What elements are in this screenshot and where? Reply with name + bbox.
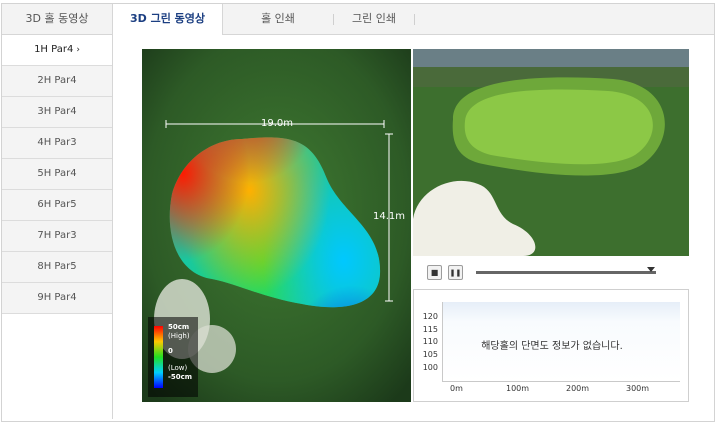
putting-green — [464, 89, 653, 165]
video-progress-track[interactable] — [476, 271, 656, 274]
sidebar-item-hole-7[interactable]: 7H Par3 — [2, 221, 112, 252]
tab-bar: 3D 홀 동영상 3D 그린 동영상 홀 인쇄 그린 인쇄 — [2, 4, 714, 35]
tab-divider — [414, 14, 415, 25]
video-frame — [413, 49, 689, 256]
chevron-right-icon: › — [76, 45, 80, 55]
green-3d-video[interactable] — [413, 49, 689, 256]
x-tick-label: 0m — [450, 384, 463, 393]
green-cross-section-chart: 120 115 110 105 100 0m 100m 200m 300m 해당… — [413, 289, 689, 402]
green-slope-map: 19.0m 14.1m 50cm (High) 0 (Low) -50cm — [142, 49, 411, 402]
legend-low-value: -50cm — [168, 373, 193, 381]
legend-high-text: (High) — [168, 332, 190, 340]
tab-green-print[interactable]: 그린 인쇄 — [334, 4, 414, 34]
x-tick-label: 200m — [566, 384, 590, 393]
pause-icon: ❚❚ — [449, 268, 462, 277]
pause-button[interactable]: ❚❚ — [448, 265, 463, 280]
sidebar-item-hole-3[interactable]: 3H Par4 — [2, 97, 112, 128]
green-width-label: 19.0m — [261, 118, 294, 129]
legend-high-value: 50cm — [168, 323, 190, 331]
legend-labels: 50cm (High) 0 (Low) -50cm — [168, 323, 192, 382]
y-tick-label: 115 — [422, 325, 438, 334]
tab-3d-hole-video[interactable]: 3D 홀 동영상 — [2, 4, 112, 34]
sidebar-item-hole-6[interactable]: 6H Par5 — [2, 190, 112, 221]
x-tick-label: 300m — [626, 384, 650, 393]
tab-3d-green-video[interactable]: 3D 그린 동영상 — [112, 4, 223, 35]
y-tick-label: 100 — [422, 363, 438, 372]
video-player-controls: ■ ❚❚ — [413, 260, 689, 284]
stop-button[interactable]: ■ — [427, 265, 442, 280]
x-tick-label: 100m — [506, 384, 530, 393]
legend-mid-value: 0 — [168, 347, 173, 355]
green-depth-label: 14.1m — [373, 211, 406, 222]
sidebar-item-hole-5[interactable]: 5H Par4 — [2, 159, 112, 190]
y-tick-label: 120 — [422, 312, 438, 321]
sidebar-item-hole-8[interactable]: 8H Par5 — [2, 252, 112, 283]
legend-color-scale — [154, 326, 163, 388]
hole-sidebar: 1H Par4 › 2H Par4 3H Par4 4H Par3 5H Par4… — [2, 35, 113, 419]
sidebar-item-hole-9[interactable]: 9H Par4 — [2, 283, 112, 314]
sidebar-item-hole-1[interactable]: 1H Par4 › — [2, 35, 112, 66]
video-progress-handle[interactable] — [646, 267, 655, 272]
no-profile-data-message: 해당홀의 단면도 정보가 없습니다. — [481, 341, 623, 352]
legend-low-text: (Low) — [168, 364, 188, 372]
stop-icon: ■ — [430, 268, 439, 277]
sidebar-item-hole-2[interactable]: 2H Par4 — [2, 66, 112, 97]
tab-hole-print[interactable]: 홀 인쇄 — [223, 4, 333, 34]
hole-label: 1H Par4 — [34, 44, 74, 55]
sidebar-item-hole-4[interactable]: 4H Par3 — [2, 128, 112, 159]
